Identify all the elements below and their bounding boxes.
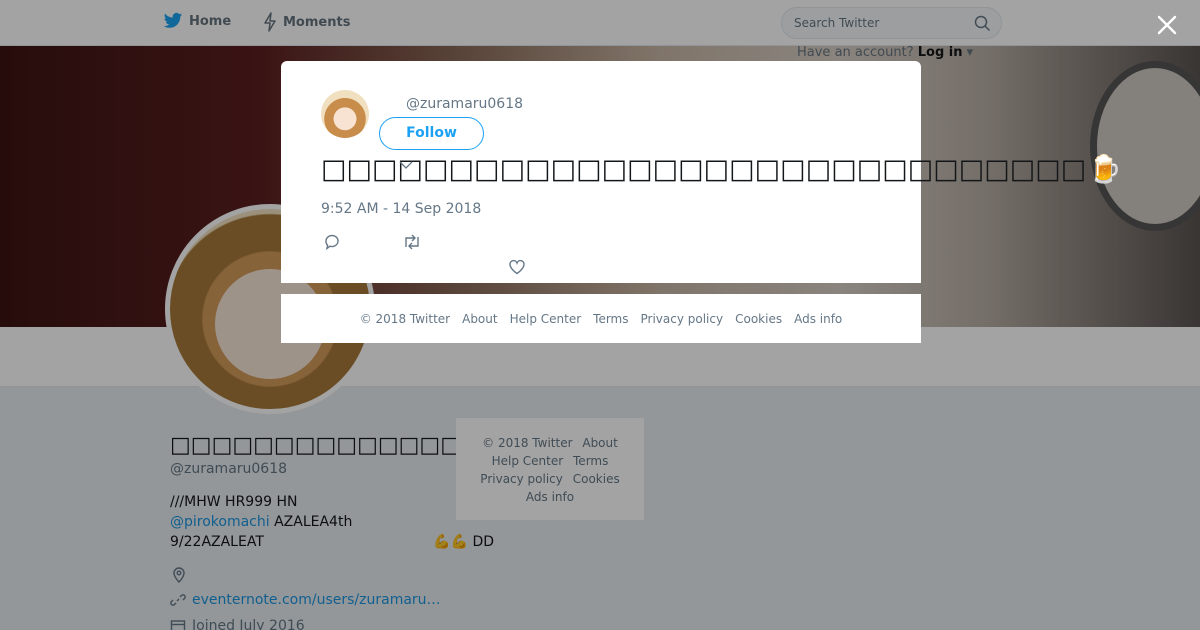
like-icon[interactable] — [508, 258, 526, 280]
beer-emoji: 🍺 — [1088, 154, 1122, 185]
retweet-icon[interactable] — [402, 233, 422, 255]
tweet-modal: @zuramaru0618 Follow □□□□□□□□□□□□□□□□□□□… — [281, 61, 1122, 283]
tweet-author-handle[interactable]: @zuramaru0618 — [406, 96, 523, 112]
footer-ads[interactable]: Ads info — [794, 312, 842, 326]
tweet-timestamp[interactable]: 9:52 AM - 14 Sep 2018 — [321, 201, 481, 217]
footer-cookies[interactable]: Cookies — [735, 312, 782, 326]
tweet-text: □□□□□□□□□□□□□□□□□□□□□□□□□□□□□□ 🍺 — [321, 153, 1122, 186]
modal-footer: © 2018 Twitter About Help Center Terms P… — [281, 294, 921, 343]
footer-privacy[interactable]: Privacy policy — [641, 312, 724, 326]
chevron-down-icon[interactable] — [399, 156, 413, 175]
follow-button[interactable]: Follow — [379, 117, 484, 150]
footer-about[interactable]: About — [462, 312, 497, 326]
close-icon[interactable] — [1156, 14, 1178, 36]
footer-copyright: © 2018 Twitter — [359, 311, 451, 326]
tweet-author-avatar[interactable] — [321, 90, 369, 138]
footer-terms[interactable]: Terms — [593, 312, 628, 326]
tweet-text-body: □□□□□□□□□□□□□□□□□□□□□□□□□□□□□□ — [321, 153, 1087, 185]
footer-help[interactable]: Help Center — [510, 312, 582, 326]
reply-icon[interactable] — [323, 233, 341, 255]
